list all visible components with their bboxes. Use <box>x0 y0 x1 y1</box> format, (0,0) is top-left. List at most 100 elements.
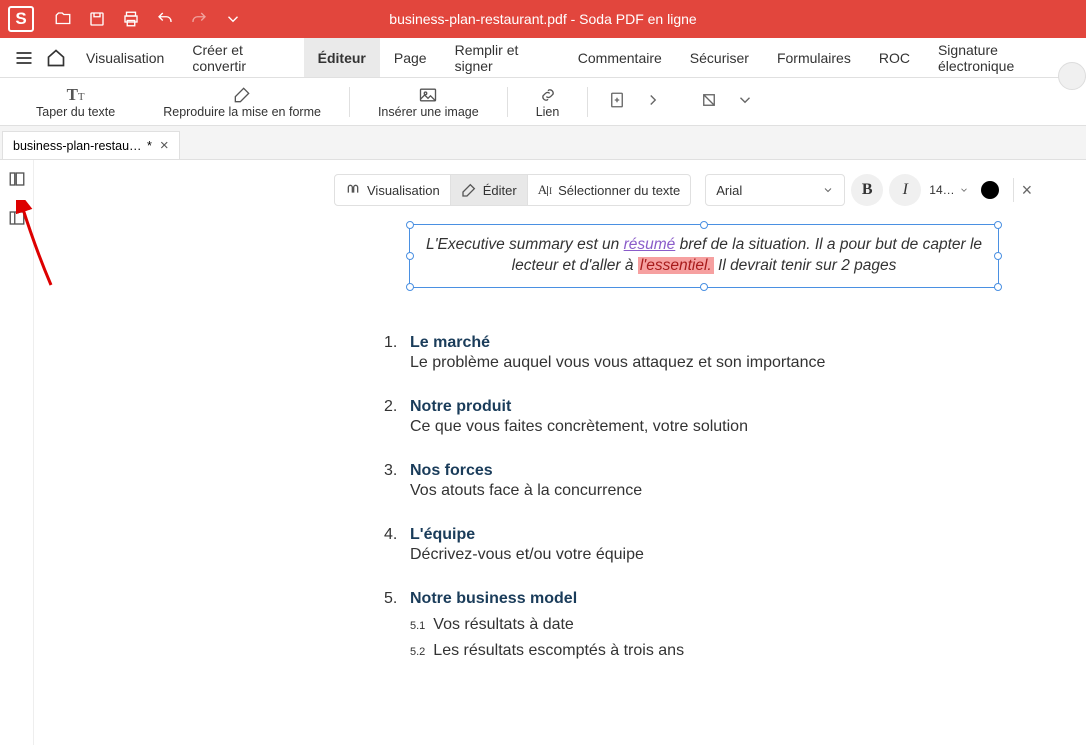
outline-title: Nos forces <box>410 462 493 479</box>
font-color-button[interactable] <box>981 181 999 199</box>
outline-number: 2. <box>384 398 410 416</box>
font-family-select[interactable]: Arial <box>705 174 845 206</box>
pdf-page[interactable]: L'Executive summary est un résumé bref d… <box>324 224 1046 745</box>
undo-icon[interactable] <box>156 10 174 28</box>
format-painter-label: Reproduire la mise en forme <box>163 105 321 119</box>
link-label: Lien <box>536 105 560 119</box>
outline-number: 5. <box>384 590 410 608</box>
document-tab-label: business-plan-restaura… <box>13 139 143 153</box>
sel-red: l'essentiel. <box>638 257 714 274</box>
dropdown-icon[interactable] <box>224 10 242 28</box>
menu-roc[interactable]: ROC <box>865 38 924 77</box>
italic-button[interactable]: I <box>889 174 921 206</box>
menu-cr-er-et-convertir[interactable]: Créer et convertir <box>178 38 303 77</box>
resize-handle[interactable] <box>994 252 1002 260</box>
font-size-select[interactable]: 14… <box>929 183 968 197</box>
menu-s-curiser[interactable]: Sécuriser <box>676 38 763 77</box>
outline-desc: Le problème auquel vous vous attaquez et… <box>410 354 986 372</box>
collapse-ribbon-button[interactable] <box>1058 62 1086 90</box>
left-panel-rail <box>0 160 34 745</box>
resize-handle[interactable] <box>700 221 708 229</box>
outline-subnumber: 5.1 <box>410 620 425 632</box>
insert-image-button[interactable]: Insérer une image <box>378 85 479 119</box>
menu--diteur[interactable]: Éditeur <box>304 38 380 77</box>
outline-number: 4. <box>384 526 410 544</box>
chevron-down-icon[interactable] <box>736 91 754 112</box>
outline-title: Notre business model <box>410 590 577 607</box>
edit-mode-button[interactable]: Éditer <box>451 174 528 206</box>
format-painter-button[interactable]: Reproduire la mise en forme <box>163 85 321 119</box>
home-icon[interactable] <box>46 48 66 68</box>
type-text-button[interactable]: TT Taper du texte <box>36 85 115 119</box>
view-mode-label: Visualisation <box>367 183 440 198</box>
save-icon[interactable] <box>88 10 106 28</box>
thumbnails-panel-icon[interactable] <box>8 170 26 193</box>
menu-visualisation[interactable]: Visualisation <box>72 38 178 77</box>
outline-subitem: 5.1 Vos résultats à date <box>410 616 986 634</box>
link-button[interactable]: Lien <box>536 85 560 119</box>
type-text-label: Taper du texte <box>36 105 115 119</box>
add-page-icon[interactable] <box>608 91 626 112</box>
edit-mode-label: Éditer <box>483 183 517 198</box>
sel-text: Il devrait tenir sur 2 pages <box>714 257 897 274</box>
outline-item: 3.Nos forcesVos atouts face à la concurr… <box>384 462 986 500</box>
outline-item: 1.Le marché Le problème auquel vous vous … <box>384 334 986 372</box>
separator <box>349 87 350 117</box>
close-icon: × <box>1022 180 1033 201</box>
outline-number: 1. <box>384 334 410 352</box>
outline-title: L'équipe <box>410 526 475 543</box>
select-text-button[interactable]: AI Sélectionner du texte <box>528 174 692 206</box>
close-tab-icon[interactable]: × <box>160 137 169 154</box>
window-title: business-plan-restaurant.pdf - Soda PDF … <box>389 11 696 27</box>
outline-item: 2.Notre produit Ce que vous faites concrè… <box>384 398 986 436</box>
resize-handle[interactable] <box>994 221 1002 229</box>
selected-text-box[interactable]: L'Executive summary est un résumé bref d… <box>409 224 999 288</box>
font-size-label: 14… <box>929 183 954 197</box>
separator <box>587 87 588 117</box>
resize-handle[interactable] <box>406 252 414 260</box>
menu-remplir-et-signer[interactable]: Remplir et signer <box>441 38 564 77</box>
menu-formulaires[interactable]: Formulaires <box>763 38 865 77</box>
resize-handle[interactable] <box>700 283 708 291</box>
bookmarks-panel-icon[interactable] <box>8 209 26 232</box>
outline-title: Notre produit <box>410 398 511 415</box>
view-mode-button[interactable]: Visualisation <box>334 174 451 206</box>
menu-page[interactable]: Page <box>380 38 441 77</box>
menu-commentaire[interactable]: Commentaire <box>564 38 676 77</box>
chevron-right-icon[interactable] <box>644 91 662 112</box>
outline-desc: Décrivez-vous et/ou votre équipe <box>410 546 986 564</box>
app-logo: S <box>8 6 34 32</box>
italic-label: I <box>903 181 908 199</box>
menu-signature-lectronique[interactable]: Signature électronique <box>924 38 1078 77</box>
document-tab[interactable]: business-plan-restaura… * × <box>2 131 180 159</box>
sel-text: L'Executive summary est un <box>426 236 624 253</box>
outline-number: 3. <box>384 462 410 480</box>
hamburger-menu-icon[interactable] <box>14 48 34 68</box>
sel-purple: résumé <box>624 236 676 253</box>
title-bar: S business-plan-restaurant.pdf - Soda PD… <box>0 0 1086 38</box>
outline-title: Le marché <box>410 334 490 351</box>
print-icon[interactable] <box>122 10 140 28</box>
insert-image-label: Insérer une image <box>378 105 479 119</box>
bold-button[interactable]: B <box>851 174 883 206</box>
outline-desc: Ce que vous faites concrètement, votre s… <box>410 418 986 436</box>
font-name: Arial <box>716 183 742 198</box>
text-edit-toolbar: Visualisation Éditer AI Sélectionner du … <box>334 172 1056 208</box>
resize-handle[interactable] <box>406 221 414 229</box>
document-outline: 1.Le marché Le problème auquel vous vous … <box>384 334 986 686</box>
workspace: Visualisation Éditer AI Sélectionner du … <box>0 160 1086 745</box>
separator <box>507 87 508 117</box>
resize-handle[interactable] <box>406 283 414 291</box>
menu-bar: VisualisationCréer et convertirÉditeurPa… <box>0 38 1086 78</box>
redo-icon[interactable] <box>190 10 208 28</box>
crop-icon[interactable] <box>700 91 718 112</box>
document-canvas: Visualisation Éditer AI Sélectionner du … <box>34 160 1086 745</box>
bold-label: B <box>862 181 873 199</box>
close-toolbar-button[interactable]: × <box>1013 178 1041 202</box>
outline-subtext: Les résultats escomptés à trois ans <box>433 642 684 659</box>
dirty-marker: * <box>147 139 152 153</box>
resize-handle[interactable] <box>994 283 1002 291</box>
outline-subtext: Vos résultats à date <box>433 616 574 633</box>
open-icon[interactable] <box>54 10 72 28</box>
app-logo-letter: S <box>15 9 26 29</box>
